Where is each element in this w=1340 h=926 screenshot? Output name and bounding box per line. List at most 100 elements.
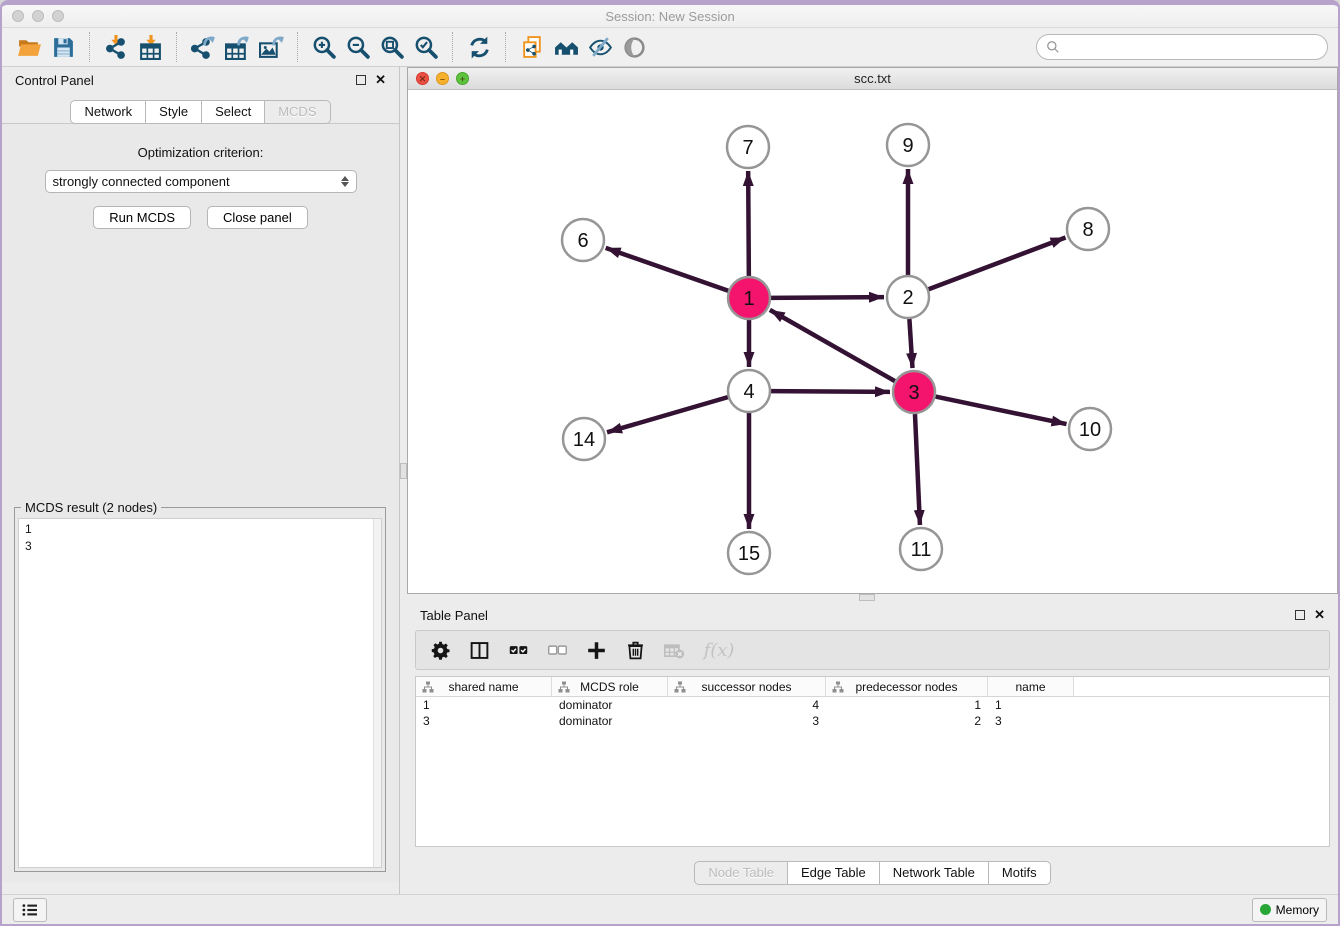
right-column: ✕ – + scc.txt 7968124314101511 Table Pan… — [407, 67, 1338, 894]
node-9[interactable]: 9 — [887, 124, 929, 166]
deselect-all-button[interactable] — [545, 638, 569, 662]
select-all-icon — [508, 640, 529, 661]
cell-name: 1 — [988, 698, 1074, 712]
refresh-button[interactable] — [462, 32, 496, 62]
show-panel-button[interactable] — [617, 32, 651, 62]
edge-3-1[interactable] — [770, 310, 895, 381]
mcds-result-group: MCDS result (2 nodes) 1 3 — [14, 507, 386, 872]
edge-4-14[interactable] — [607, 397, 728, 432]
edge-4-3[interactable] — [771, 391, 890, 392]
chevron-updown-icon — [341, 176, 349, 187]
tab-motifs[interactable]: Motifs — [989, 861, 1051, 885]
search-input[interactable] — [1065, 39, 1318, 56]
export-network-button[interactable] — [186, 32, 220, 62]
tab-select[interactable]: Select — [202, 100, 265, 124]
node-11[interactable]: 11 — [900, 528, 942, 570]
optimization-select[interactable]: strongly connected component — [45, 170, 357, 193]
edge-1-7[interactable] — [748, 171, 749, 276]
node-1[interactable]: 1 — [728, 277, 770, 319]
tab-edge-table[interactable]: Edge Table — [788, 861, 880, 885]
network-maximize-icon[interactable]: + — [456, 72, 469, 85]
splitter-handle[interactable] — [859, 594, 875, 601]
mcds-result-textarea[interactable]: 1 3 — [18, 518, 382, 868]
close-panel-button[interactable]: Close panel — [207, 206, 308, 229]
zoom-selected-button[interactable] — [409, 32, 443, 62]
node-3[interactable]: 3 — [893, 371, 935, 413]
mcds-panel: Optimization criterion: strongly connect… — [2, 123, 399, 882]
table-row[interactable]: 1dominator411 — [416, 697, 1329, 713]
edge-1-6[interactable] — [606, 248, 729, 291]
edge-1-2[interactable] — [771, 297, 884, 298]
zoom-in-button[interactable] — [307, 32, 341, 62]
clone-network-button[interactable] — [515, 32, 549, 62]
edge-3-10[interactable] — [936, 397, 1067, 425]
column-header-shared-name[interactable]: shared name — [416, 677, 552, 696]
settings-button[interactable] — [428, 638, 452, 662]
import-network-button[interactable] — [99, 32, 133, 62]
close-table-panel-icon[interactable]: ✕ — [1314, 610, 1325, 620]
node-4[interactable]: 4 — [728, 370, 770, 412]
import-table-button[interactable] — [133, 32, 167, 62]
select-all-button[interactable] — [506, 638, 530, 662]
node-8[interactable]: 8 — [1067, 208, 1109, 250]
horizontal-splitter[interactable] — [407, 594, 1338, 602]
column-header-MCDS-role[interactable]: MCDS role — [552, 677, 668, 696]
save-session-button[interactable] — [46, 32, 80, 62]
memory-label: Memory — [1276, 903, 1319, 917]
close-window-icon[interactable] — [12, 10, 24, 22]
delete-row-button[interactable] — [623, 638, 647, 662]
memory-button[interactable]: Memory — [1252, 898, 1327, 922]
open-session-button[interactable] — [12, 32, 46, 62]
network-close-icon[interactable]: ✕ — [416, 72, 429, 85]
minimize-window-icon[interactable] — [32, 10, 44, 22]
export-table-button[interactable] — [220, 32, 254, 62]
import-table-icon — [138, 35, 163, 60]
node-10[interactable]: 10 — [1069, 408, 1111, 450]
table-toolbar: f(x) — [415, 630, 1330, 670]
node-2[interactable]: 2 — [887, 276, 929, 318]
result-scrollbar[interactable] — [373, 519, 381, 867]
float-panel-icon[interactable] — [356, 75, 366, 85]
add-row-button[interactable] — [584, 638, 608, 662]
svg-text:9: 9 — [902, 135, 913, 157]
optimization-select-value: strongly connected component — [53, 174, 230, 189]
columns-button[interactable] — [467, 638, 491, 662]
toolbar-separator — [505, 32, 506, 62]
export-image-button[interactable] — [254, 32, 288, 62]
zoom-out-button[interactable] — [341, 32, 375, 62]
tab-style[interactable]: Style — [146, 100, 202, 124]
column-header-name[interactable]: name — [988, 677, 1074, 696]
float-table-panel-icon[interactable] — [1295, 610, 1305, 620]
run-mcds-button[interactable]: Run MCDS — [93, 206, 191, 229]
column-header-predecessor-nodes[interactable]: predecessor nodes — [826, 677, 988, 696]
first-neighbors-button[interactable] — [549, 32, 583, 62]
svg-text:1: 1 — [743, 288, 754, 310]
column-header-successor-nodes[interactable]: successor nodes — [668, 677, 826, 696]
network-window-title: scc.txt — [408, 71, 1337, 86]
tab-node-table[interactable]: Node Table — [694, 861, 788, 885]
zoom-fit-button[interactable] — [375, 32, 409, 62]
edge-2-3[interactable] — [909, 319, 912, 368]
edge-3-11[interactable] — [915, 414, 920, 525]
task-history-button[interactable] — [13, 898, 47, 922]
node-6[interactable]: 6 — [562, 219, 604, 261]
vertical-splitter[interactable] — [399, 67, 407, 894]
tab-network-table[interactable]: Network Table — [880, 861, 989, 885]
splitter-handle[interactable] — [400, 463, 407, 479]
node-14[interactable]: 14 — [563, 418, 605, 460]
network-canvas[interactable]: 7 9 6 8 1 2 4 3 14 10 15 11 — [408, 90, 1337, 593]
table-tabs: Node TableEdge TableNetwork TableMotifs — [407, 861, 1338, 885]
show-panel-icon — [622, 35, 647, 60]
node-15[interactable]: 15 — [728, 532, 770, 574]
tab-network[interactable]: Network — [70, 100, 146, 124]
network-minimize-icon[interactable]: – — [436, 72, 449, 85]
edge-2-8[interactable] — [929, 237, 1066, 289]
node-7[interactable]: 7 — [727, 126, 769, 168]
hide-panel-button[interactable] — [583, 32, 617, 62]
window-controls — [12, 10, 64, 22]
table-row[interactable]: 3dominator323 — [416, 713, 1329, 729]
zoom-selected-icon — [414, 35, 439, 60]
maximize-window-icon[interactable] — [52, 10, 64, 22]
tab-mcds[interactable]: MCDS — [265, 100, 330, 124]
close-panel-icon[interactable]: ✕ — [375, 75, 386, 85]
